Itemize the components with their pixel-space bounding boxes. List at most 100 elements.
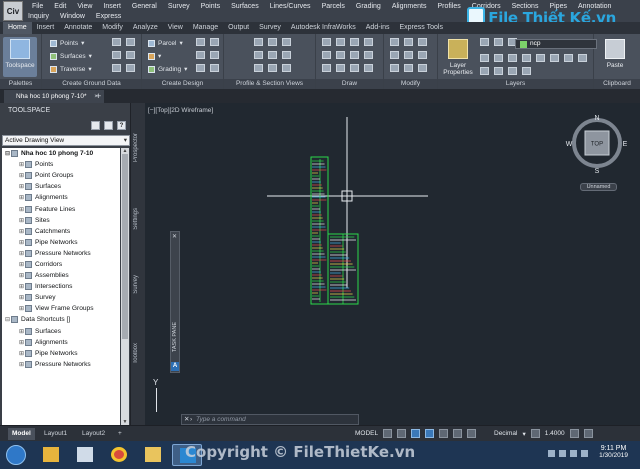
tool-icon[interactable] bbox=[254, 64, 263, 72]
menu-item[interactable]: Inquiry bbox=[28, 13, 49, 20]
tool-icon[interactable] bbox=[350, 64, 359, 72]
tab-layout2[interactable]: Layout2 bbox=[78, 428, 109, 440]
clock[interactable]: 9:11 PM 1/30/2019 bbox=[599, 445, 628, 459]
tree-item[interactable]: ⊞ View Frame Groups bbox=[2, 303, 120, 314]
expand-icon[interactable]: ⊞ bbox=[18, 339, 25, 346]
toolspace-panel-icon[interactable] bbox=[104, 121, 113, 130]
tool-icon[interactable] bbox=[418, 64, 427, 72]
tree-item[interactable]: ⊞ Feature Lines bbox=[2, 203, 120, 214]
polar-icon[interactable] bbox=[425, 429, 435, 438]
menu-item[interactable]: View bbox=[77, 3, 92, 10]
tool-icon[interactable] bbox=[480, 67, 489, 75]
tool-icon[interactable] bbox=[268, 38, 277, 46]
ribbon-tab[interactable]: Express Tools bbox=[395, 22, 448, 34]
paste-button[interactable]: Paste bbox=[598, 37, 632, 77]
grid-icon[interactable] bbox=[383, 429, 393, 438]
tool-icon[interactable] bbox=[254, 38, 263, 46]
tree-item[interactable]: ⊞ Point Groups bbox=[2, 170, 120, 181]
tab-settings[interactable]: Settings bbox=[133, 208, 143, 230]
ribbon-tab[interactable]: Home bbox=[3, 22, 32, 34]
close-icon[interactable]: ✕ bbox=[172, 233, 177, 240]
tree-item[interactable]: ⊟ Data Shortcuts [] bbox=[2, 314, 120, 325]
units-chevron-down-icon[interactable]: ▾ bbox=[522, 430, 525, 438]
menu-item[interactable]: Insert bbox=[103, 3, 121, 10]
tool-icon[interactable] bbox=[322, 38, 331, 46]
file-tab-drawing[interactable]: Nha hoc 10 phong 7-10* × bbox=[4, 90, 105, 103]
tool-icon[interactable] bbox=[126, 64, 135, 72]
expand-icon[interactable]: ⊞ bbox=[18, 361, 25, 368]
toolspace-scrollbar[interactable]: ▲ ▼ bbox=[121, 148, 129, 425]
ortho-icon[interactable] bbox=[411, 429, 421, 438]
tree-item[interactable]: ⊞ Points bbox=[2, 159, 120, 170]
tool-icon[interactable] bbox=[418, 38, 427, 46]
tool-icon[interactable] bbox=[390, 64, 399, 72]
tree-item[interactable]: ⊟ Nha hoc 10 phong 7-10 bbox=[2, 148, 120, 159]
viewcube[interactable]: TOP N S E W bbox=[565, 111, 629, 175]
tool-icon[interactable] bbox=[336, 64, 345, 72]
points-menu[interactable]: Points ▾ bbox=[50, 39, 84, 47]
customize-menu-icon[interactable] bbox=[583, 429, 593, 438]
tool-icon[interactable] bbox=[350, 38, 359, 46]
expand-icon[interactable]: ⊞ bbox=[18, 217, 25, 224]
taskbar-app-1[interactable] bbox=[36, 444, 66, 466]
application-menu-button[interactable]: Civ bbox=[3, 1, 23, 21]
command-line[interactable]: ✕ › Type a command bbox=[181, 414, 359, 425]
traverse-menu[interactable]: Traverse ▾ bbox=[50, 65, 92, 73]
expand-icon[interactable]: ⊞ bbox=[18, 283, 25, 290]
tray-icon[interactable] bbox=[581, 450, 588, 457]
tree-item[interactable]: ⊞ Alignments bbox=[2, 337, 120, 348]
tree-item[interactable]: ⊞ Surfaces bbox=[2, 181, 120, 192]
ribbon-tab[interactable]: Insert bbox=[32, 22, 60, 34]
task-pane[interactable]: ✕ TASK PANE A bbox=[170, 231, 180, 373]
expand-icon[interactable]: ⊞ bbox=[18, 272, 25, 279]
expand-icon[interactable]: ⊞ bbox=[18, 183, 25, 190]
tree-item[interactable]: ⊞ Pipe Networks bbox=[2, 348, 120, 359]
expand-icon[interactable]: ⊞ bbox=[18, 172, 25, 179]
close-icon[interactable]: ✕ bbox=[184, 415, 189, 424]
workspace-gear-icon[interactable] bbox=[569, 429, 579, 438]
menu-item[interactable]: Lines/Curves bbox=[270, 3, 311, 10]
tool-icon[interactable] bbox=[126, 38, 135, 46]
tool-icon[interactable] bbox=[322, 64, 331, 72]
tool-icon[interactable] bbox=[268, 64, 277, 72]
menu-item[interactable]: File bbox=[32, 3, 43, 10]
expand-icon[interactable]: ⊟ bbox=[4, 150, 11, 157]
tree-item[interactable]: ⊞ Pressure Networks bbox=[2, 248, 120, 259]
tool-icon[interactable] bbox=[322, 51, 331, 59]
tool-icon[interactable] bbox=[126, 51, 135, 59]
tool-icon[interactable] bbox=[390, 51, 399, 59]
tool-icon[interactable] bbox=[564, 54, 573, 62]
ribbon-tab[interactable]: Output bbox=[223, 22, 254, 34]
expand-icon[interactable]: ⊞ bbox=[18, 194, 25, 201]
tray-icon[interactable] bbox=[559, 450, 566, 457]
tray-icon[interactable] bbox=[548, 450, 555, 457]
tree-item[interactable]: ⊞ Pipe Networks bbox=[2, 237, 120, 248]
tool-icon[interactable] bbox=[336, 51, 345, 59]
expand-icon[interactable]: ⊞ bbox=[18, 350, 25, 357]
tool-icon[interactable] bbox=[196, 51, 205, 59]
snap-icon[interactable] bbox=[397, 429, 407, 438]
tool-icon[interactable] bbox=[364, 51, 373, 59]
tool-icon[interactable] bbox=[578, 54, 587, 62]
command-input[interactable]: Type a command bbox=[196, 416, 246, 423]
tool-icon[interactable] bbox=[494, 38, 503, 46]
menu-item[interactable]: Survey bbox=[168, 3, 190, 10]
ucs-menu[interactable]: Unnamed bbox=[580, 183, 617, 191]
tool-icon[interactable] bbox=[112, 51, 121, 59]
ribbon-tab[interactable]: Analyze bbox=[128, 22, 163, 34]
new-tab-button[interactable]: + bbox=[96, 91, 101, 101]
tool-icon[interactable] bbox=[254, 51, 263, 59]
expand-icon[interactable]: ⊞ bbox=[18, 261, 25, 268]
annotation-icon[interactable] bbox=[467, 429, 477, 438]
tool-icon[interactable] bbox=[536, 54, 545, 62]
taskbar-chrome[interactable] bbox=[104, 444, 134, 466]
tool-icon[interactable] bbox=[480, 54, 489, 62]
tree-item[interactable]: ⊞ Pressure Networks bbox=[2, 359, 120, 370]
osnap-icon[interactable] bbox=[439, 429, 449, 438]
tool-icon[interactable] bbox=[404, 64, 413, 72]
tool-icon[interactable] bbox=[480, 38, 489, 46]
tool-icon[interactable] bbox=[282, 38, 291, 46]
tool-icon[interactable] bbox=[282, 51, 291, 59]
tool-icon[interactable] bbox=[210, 51, 219, 59]
layer-dropdown[interactable]: ncp bbox=[515, 39, 597, 49]
